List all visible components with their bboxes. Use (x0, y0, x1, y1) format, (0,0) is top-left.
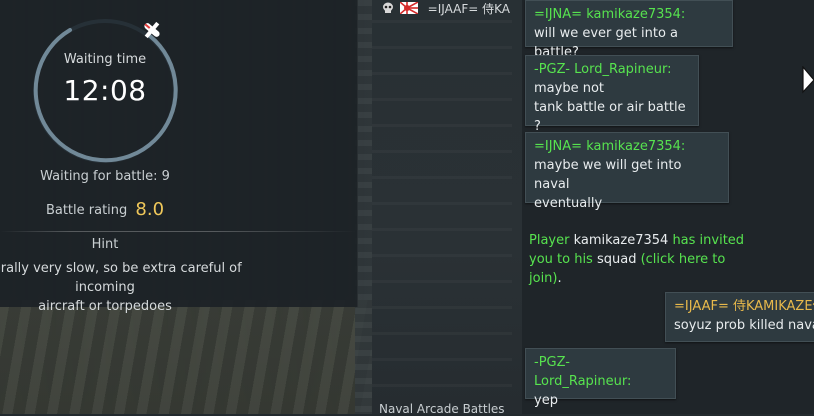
hint-divider (0, 231, 357, 232)
invite-player-name[interactable]: kamikaze7354 (574, 233, 669, 248)
battle-rating: Battle rating 8.0 (0, 199, 210, 220)
waiting-for-battle-count: Waiting for battle: 9 (40, 169, 170, 184)
squad-invite-message[interactable]: Player kamikaze7354 has invited you to h… (529, 231, 759, 288)
chat-sender[interactable]: -PGZ- Lord_Rapineur: (534, 60, 690, 79)
mouse-cursor-icon (802, 66, 814, 94)
chat-sender[interactable]: -PGZ- Lord_Rapineur: (534, 353, 667, 391)
chat-text: maybe not (534, 81, 604, 96)
battle-rating-value: 8.0 (135, 199, 165, 220)
chat-text: yep (534, 393, 558, 408)
chat-sender[interactable]: =IJAAF= 侍KAMIKAZE侍 (674, 297, 814, 316)
invite-squad-word: squad (596, 252, 637, 267)
invite-text: Player (529, 233, 574, 248)
chat-message[interactable]: =IJNA= kamikaze7354: will we ever get in… (525, 0, 733, 60)
skull-icon (383, 2, 393, 13)
ship-deck-background (0, 300, 372, 414)
player-list-area (372, 0, 522, 414)
chat-text: soyuz prob killed naval (674, 318, 814, 333)
rising-sun-flag-icon (399, 2, 418, 14)
chat-text: maybe we will get into naval (534, 158, 682, 192)
chat-message[interactable]: =IJAAF= 侍KAMIKAZE侍 soyuz prob killed nav… (665, 292, 814, 342)
hint-title: Hint (91, 237, 119, 252)
chat-message[interactable]: -PGZ- Lord_Rapineur: yep (525, 348, 676, 408)
player-name: =IJAAF= 侍KA (427, 2, 510, 16)
chat-text: tank battle or air battle ? (534, 100, 686, 134)
chat-message[interactable]: =IJNA= kamikaze7354: maybe we will get i… (525, 132, 729, 211)
hint-text: generally very slow, so be extra careful… (0, 259, 270, 316)
invite-text: . (557, 271, 562, 286)
battle-rating-label: Battle rating (45, 203, 128, 218)
chat-sender[interactable]: =IJNA= kamikaze7354: (534, 137, 720, 156)
hint-line: aircraft or torpedoes (38, 299, 172, 314)
hint-line: generally very slow, so be extra careful… (0, 261, 242, 295)
chat-message[interactable]: -PGZ- Lord_Rapineur: maybe not tank batt… (525, 55, 699, 134)
chat-sender[interactable]: =IJNA= kamikaze7354: (534, 5, 724, 24)
waiting-time-value: 12:08 (63, 74, 147, 107)
player-entry[interactable]: =IJAAF= 侍KA (380, 0, 520, 16)
chat-text: eventually (534, 196, 603, 211)
waiting-time-label: Waiting time (63, 52, 147, 67)
waiting-panel: Waiting time 12:08 Waiting for battle: 9… (0, 0, 358, 314)
